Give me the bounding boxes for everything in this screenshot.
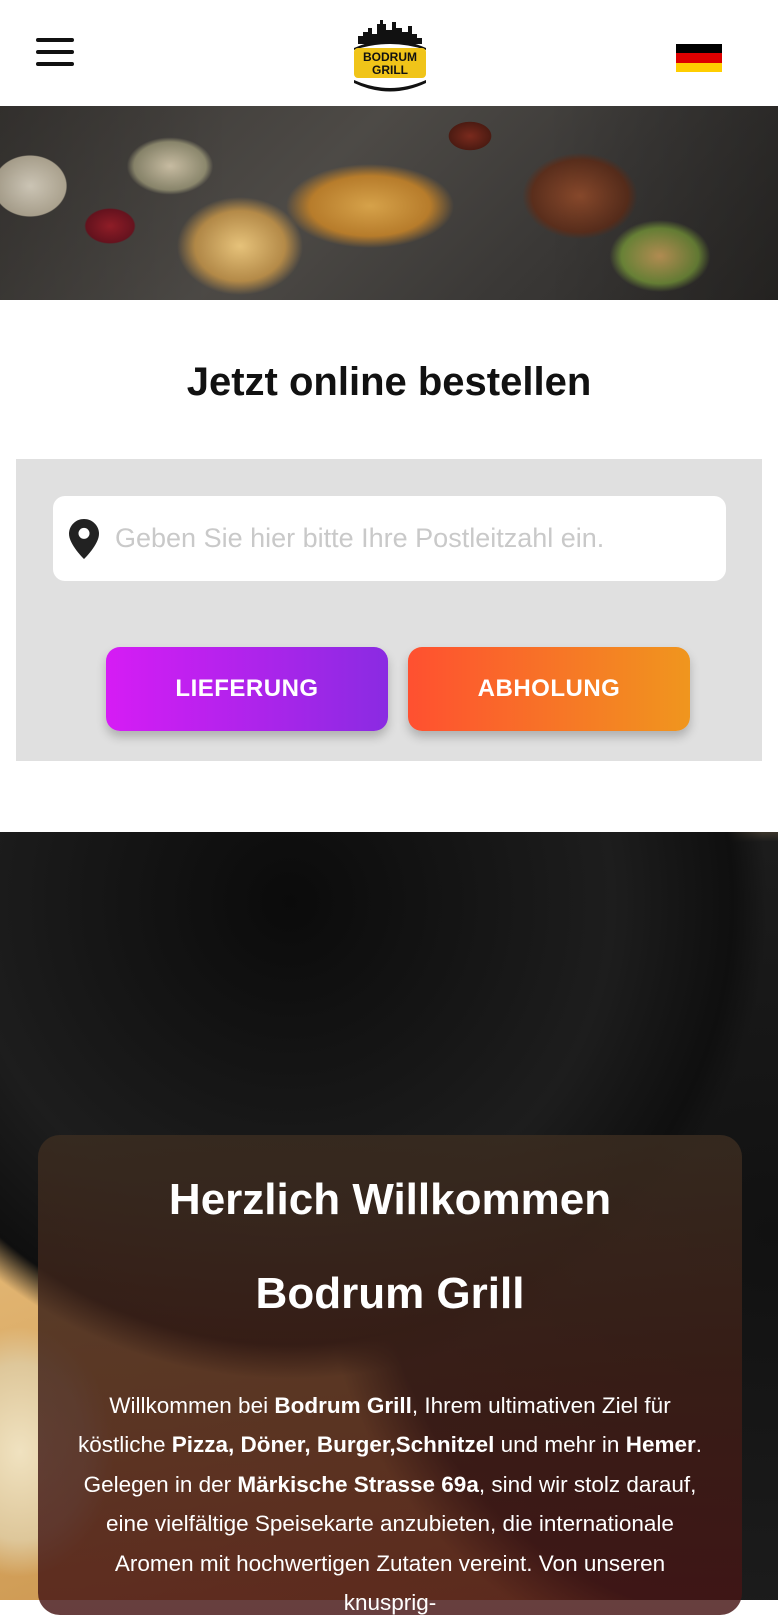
location-pin-icon xyxy=(69,519,99,559)
top-header: BODRUM GRILL xyxy=(0,0,778,106)
german-flag-icon[interactable] xyxy=(676,44,722,72)
hamburger-menu-icon[interactable] xyxy=(36,38,74,68)
pickup-button[interactable]: ABHOLUNG xyxy=(408,647,690,731)
welcome-text: Willkommen bei Bodrum Grill, Ihrem ultim… xyxy=(68,1386,712,1615)
order-panel: LIEFERUNG ABHOLUNG xyxy=(16,459,762,761)
bodrum-grill-logo[interactable]: BODRUM GRILL xyxy=(350,14,430,94)
order-title: Jetzt online bestellen xyxy=(0,360,778,405)
postal-code-input[interactable] xyxy=(115,523,726,554)
postal-code-field[interactable] xyxy=(53,496,726,581)
logo-text-bodrum: BODRUM xyxy=(363,50,417,64)
delivery-button[interactable]: LIEFERUNG xyxy=(106,647,388,731)
welcome-card: Herzlich Willkommen Bodrum Grill Willkom… xyxy=(38,1135,742,1615)
logo-text-grill: GRILL xyxy=(372,63,408,77)
restaurant-name-heading: Bodrum Grill xyxy=(38,1269,742,1319)
hero-food-banner xyxy=(0,106,778,300)
welcome-heading: Herzlich Willkommen xyxy=(38,1175,742,1225)
